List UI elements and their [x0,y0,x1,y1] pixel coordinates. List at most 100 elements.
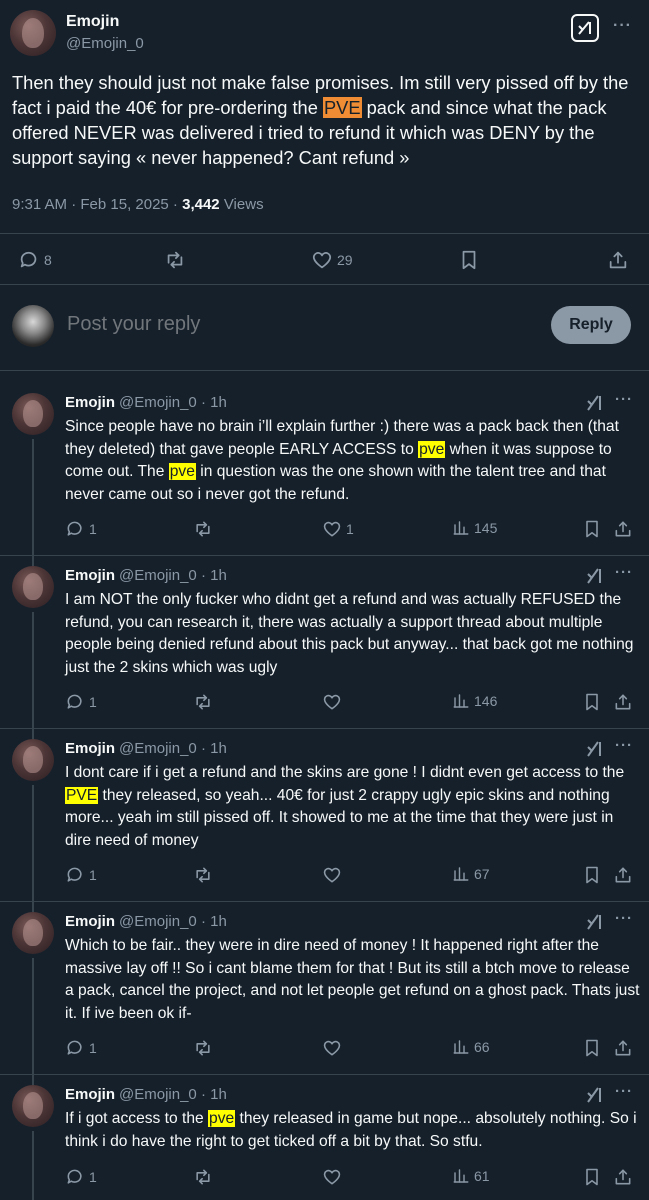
reply-icon [67,1169,82,1184]
thread-line [32,958,34,1085]
like-action[interactable] [322,1167,346,1187]
reply-author-name[interactable]: Emojin [65,913,115,930]
reply-author-name[interactable]: Emojin [65,1086,115,1103]
like-action[interactable]: 1 [322,519,354,539]
reply-grok-button[interactable] [586,394,604,417]
author-name[interactable]: Emojin [66,13,119,31]
reply-grok-button[interactable] [586,567,604,590]
share-action[interactable] [613,1038,633,1058]
reply-grok-button[interactable] [586,913,604,936]
like-action[interactable] [322,692,346,712]
more-options-icon[interactable]: ··· [615,1083,633,1100]
repost-icon [196,1169,210,1185]
views-action[interactable]: 61 [452,1167,490,1185]
grok-icon [587,741,601,757]
reply-action[interactable]: 8 [18,249,52,271]
divider [0,284,649,285]
views-count: 145 [474,520,498,536]
reply-count: 1 [89,867,97,883]
divider [0,370,649,371]
reply-icon [20,251,37,268]
like-action[interactable]: 29 [311,249,353,271]
reply-text: If i got access to the pve they released… [65,1108,640,1153]
reply-action[interactable]: 1 [65,692,97,712]
reply-author-name[interactable]: Emojin [65,567,115,584]
views-action[interactable]: 67 [452,865,490,883]
reply-author-handle[interactable]: @Emojin_0 · 1h [119,567,227,584]
reply-input[interactable]: Post your reply [67,313,200,336]
reply-action[interactable]: 1 [65,1167,97,1187]
tweet-text: Then they should just not make false pro… [12,70,640,170]
views-icon [453,1040,469,1054]
more-options-icon[interactable]: ··· [615,564,633,581]
more-options-icon[interactable]: ··· [613,17,632,35]
grok-icon [587,1087,601,1103]
thread-line [32,1131,34,1200]
repost-action[interactable] [192,865,214,885]
reply-avatar[interactable] [12,566,54,608]
bookmark-action[interactable] [582,865,602,885]
more-options-icon[interactable]: ··· [615,910,633,927]
share-action[interactable] [613,692,633,712]
more-options-icon[interactable]: ··· [615,391,633,408]
reply-grok-button[interactable] [586,740,604,763]
reply-grok-button[interactable] [586,1086,604,1109]
tweet-timestamp[interactable]: 9:31 AM · Feb 15, 2025 · [12,196,182,213]
reply-author-handle[interactable]: @Emojin_0 · 1h [119,1086,227,1103]
reply-author-handle[interactable]: @Emojin_0 · 1h [119,394,227,411]
reply-action[interactable]: 1 [65,1038,97,1058]
repost-action[interactable] [192,519,214,539]
views-action[interactable]: 145 [452,519,497,537]
views-action[interactable]: 66 [452,1038,490,1056]
reply-highlight: pve [418,440,446,458]
reply-avatar[interactable] [12,912,54,954]
like-action[interactable] [322,865,346,885]
reply-avatar[interactable] [12,393,54,435]
reply-icon [67,1040,82,1055]
share-action[interactable] [613,865,633,885]
repost-action[interactable] [192,692,214,712]
more-options-icon[interactable]: ··· [615,737,633,754]
reply-action[interactable]: 1 [65,865,97,885]
views-count: 3,442 [182,196,220,213]
bookmark-icon [586,693,598,711]
grok-icon[interactable] [571,14,599,42]
like-action[interactable] [322,1038,346,1058]
reply-text-part: they released, so yeah... 40€ for just 2… [65,786,614,849]
share-action[interactable] [613,519,633,539]
views-icon [453,867,469,881]
divider [0,1074,649,1075]
reply-author-name[interactable]: Emojin [65,740,115,757]
reply-count: 1 [89,1040,97,1056]
repost-action[interactable] [163,249,187,271]
bookmark-action[interactable] [582,1038,602,1058]
reply-highlight: pve [208,1110,236,1127]
reply-text: Since people have no brain i’ll explain … [65,416,640,506]
reply-action[interactable]: 1 [65,519,97,539]
share-action[interactable] [613,1167,633,1187]
repost-action[interactable] [192,1167,214,1187]
reply-author-handle[interactable]: @Emojin_0 · 1h [119,913,227,930]
like-count: 29 [337,252,353,268]
current-user-avatar[interactable] [12,305,54,347]
heart-icon [323,867,341,883]
reply-author-name[interactable]: Emojin [65,394,115,411]
author-avatar[interactable] [10,10,56,56]
reply-avatar[interactable] [12,1085,54,1127]
reply-header: Emojin @Emojin_0 · 1h [65,394,227,411]
bookmark-action[interactable] [582,1167,602,1187]
reply-avatar[interactable] [12,739,54,781]
views-action[interactable]: 146 [452,692,497,710]
reply-icon [67,521,82,536]
reply-button[interactable]: Reply [551,306,631,344]
views-count: 61 [474,1168,490,1184]
bookmark-action[interactable] [458,249,480,271]
repost-action[interactable] [192,1038,214,1058]
author-handle[interactable]: @Emojin_0 [66,35,144,52]
reply-author-handle[interactable]: @Emojin_0 · 1h [119,740,227,757]
heart-icon [323,1040,341,1056]
share-icon [615,521,631,537]
bookmark-action[interactable] [582,692,602,712]
bookmark-action[interactable] [582,519,602,539]
share-action[interactable] [607,249,629,271]
